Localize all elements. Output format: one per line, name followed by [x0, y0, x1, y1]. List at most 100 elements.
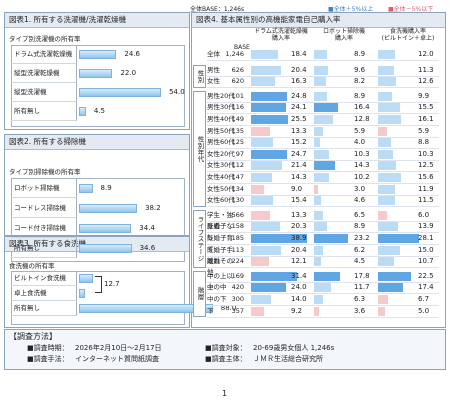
fig4-value-1-8-0: 9.0	[291, 184, 303, 193]
fig4-bar-3-0-2	[378, 271, 411, 281]
fig3-label-1: 卓上食洗機	[11, 286, 77, 301]
fig4-value-3-3-2: 5.0	[418, 306, 430, 315]
fig4-rowline-total	[207, 60, 439, 61]
fig4-value-1-9-0: 15.4	[291, 196, 307, 205]
fig2-label-0: ロボット掃除機	[11, 178, 77, 198]
fig3-bar-1	[79, 289, 85, 298]
fig4-bar-1-5-1	[314, 149, 329, 159]
fig4-row-n-1-2: 149	[231, 115, 244, 123]
fig2-value-2: 34.4	[139, 223, 155, 232]
fig4-col-header-0: ドラム式洗濯乾燥機 購入率	[254, 28, 308, 42]
page-number: 1	[222, 389, 228, 398]
fig4-title: 図表4. 基本属性別の高機能家電自己購入率	[192, 13, 445, 28]
fig4-bar-3-1-1	[314, 283, 331, 293]
fig4-bar-1-7-0	[251, 173, 272, 182]
fig4-row-n-0-1: 620	[231, 77, 244, 86]
fig4-row-n-total: 1,246	[225, 50, 244, 58]
fig4-row-n-2-4: 224	[231, 257, 244, 266]
fig1-value-2: 54.0	[169, 88, 185, 96]
fig4-value-total-1: 8.9	[354, 50, 366, 58]
fig4-value-3-3-0: 9.2	[291, 306, 303, 315]
fig4-row-n-0-0: 626	[231, 65, 244, 74]
fig4-bar-1-6-2	[378, 161, 397, 171]
fig4-row-n-1-0: 101	[231, 91, 244, 100]
fig4-bar-1-6-0	[251, 161, 283, 171]
fig4-bar-1-9-1	[314, 196, 321, 206]
fig4-value-2-4-2: 10.7	[418, 257, 434, 266]
fig2-value-3: 34.6	[139, 243, 156, 252]
fig4-value-2-2-1: 23.2	[354, 234, 370, 242]
fig4-row-n-1-6: 112	[231, 161, 244, 170]
fig4-bar-1-8-1	[314, 184, 319, 194]
fig4-bar-2-4-1	[314, 257, 321, 267]
fig3-label-2: 所有無し	[11, 301, 77, 316]
fig4-bar-1-4-0	[251, 138, 274, 148]
fig4-value-1-8-1: 3.0	[354, 184, 366, 193]
fig4-value-1-1-2: 15.5	[418, 103, 434, 112]
fig4-value-2-1-0: 20.3	[291, 222, 307, 231]
fig4-value-3-3-1: 3.6	[354, 306, 366, 315]
fig4-bar-3-3-1	[314, 306, 320, 316]
fig4-value-1-1-1: 16.4	[354, 103, 370, 112]
fig4-bar-3-1-0	[251, 283, 286, 293]
fig4-row-n-3-0: 169	[231, 271, 244, 280]
fig4-bar-1-0-0	[251, 91, 287, 101]
fig4-value-1-8-2: 11.9	[418, 184, 434, 193]
fig4-row-n-2-1: 158	[231, 222, 244, 231]
fig4-bar-3-0-1	[314, 271, 340, 281]
fig4-rowline-0-1	[207, 87, 439, 89]
fig4-value-3-2-1: 6.3	[354, 295, 366, 303]
fig2-bar-1	[79, 203, 138, 213]
fig4-bar-1-2-1	[314, 115, 333, 124]
fig4-bar-total-0	[251, 50, 278, 59]
fig4-bar-1-2-2	[378, 115, 402, 124]
fig4-bar-0-0-1	[314, 65, 328, 75]
fig4-value-1-3-0: 13.3	[291, 126, 307, 135]
fig4-row-n-1-5: 97	[235, 149, 244, 158]
method-v2: 20-69歳男女個人 1,246s	[253, 344, 335, 352]
fig2-subtitle: タイプ別掃除機の所有率	[9, 168, 81, 176]
fig4-row-n-2-2: 185	[231, 234, 244, 242]
fig4-bar-1-4-1	[314, 138, 320, 148]
fig4-row-n-3-1: 420	[231, 283, 244, 292]
fig1-label-3: 所有無し	[11, 102, 77, 121]
fig2-bar-3	[79, 243, 132, 253]
fig4-bar-2-1-1	[314, 222, 327, 232]
fig4-bar-1-7-2	[378, 173, 401, 182]
fig4-bar-1-2-0	[251, 115, 288, 124]
fig2-label-2: コード付き掃除機	[11, 218, 77, 238]
fig3-bracket	[95, 276, 102, 293]
fig4-bar-3-1-2	[378, 283, 404, 293]
fig4-bar-1-8-0	[251, 184, 265, 194]
fig4-value-1-9-1: 4.6	[354, 196, 366, 205]
fig4-bar-0-1-1	[314, 77, 326, 87]
fig4-bar-2-4-0	[251, 257, 269, 267]
fig4-value-1-4-1: 4.0	[354, 138, 366, 147]
method-title: 【調査方法】	[9, 332, 57, 341]
fig4-rowline-1-9	[207, 206, 439, 208]
fig4-col-header-2: 食洗機購入率 (ビルトイン＋卓上)	[381, 28, 435, 42]
fig4-rowline-2-4	[207, 267, 439, 269]
fig4-bar-1-1-0	[251, 103, 286, 113]
fig4-value-3-2-0: 14.0	[291, 295, 307, 303]
fig4-value-3-0-2: 22.5	[418, 271, 434, 280]
fig4-bar-2-2-1	[314, 234, 348, 243]
fig4-value-2-3-0: 20.4	[291, 245, 307, 254]
fig4-group-1: 性別年代	[193, 90, 206, 207]
fig4-bar-2-3-0	[251, 245, 281, 255]
fig4-value-1-0-2: 9.9	[418, 91, 430, 100]
fig4-row-n-1-3: 135	[231, 126, 244, 135]
method-v1: 2026年2月10日～2月17日	[75, 344, 162, 352]
fig4-bar-3-3-2	[378, 306, 386, 316]
fig4-bar-1-1-1	[314, 103, 338, 113]
fig4-value-0-0-2: 11.3	[418, 65, 434, 74]
method-k3: ■調査手法：	[27, 355, 69, 363]
fig4-bar-1-5-2	[378, 149, 393, 159]
fig4-value-2-2-0: 38.9	[291, 234, 307, 242]
fig2-label-3: 所有無し	[11, 238, 77, 258]
fig4-value-1-0-1: 8.9	[354, 91, 366, 100]
fig4-value-2-0-2: 6.0	[418, 210, 430, 219]
fig4-value-2-1-1: 8.9	[354, 222, 366, 231]
fig4-value-1-5-1: 10.3	[354, 149, 370, 158]
fig4-value-1-4-2: 8.8	[418, 138, 430, 147]
